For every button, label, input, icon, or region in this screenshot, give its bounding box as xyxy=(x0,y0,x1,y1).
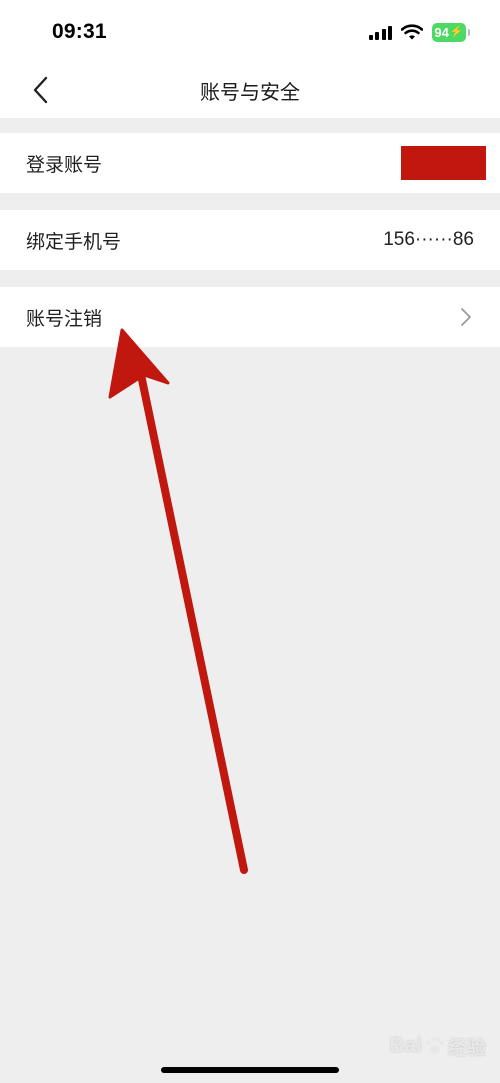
account-cancel-row[interactable]: 账号注销 xyxy=(0,287,500,347)
chevron-right-icon xyxy=(458,307,474,327)
redacted-account-value xyxy=(401,146,486,180)
account-cancel-label: 账号注销 xyxy=(26,307,103,330)
battery-icon: 94 ⚡ xyxy=(432,22,470,42)
home-indicator[interactable] xyxy=(161,1067,339,1073)
nav-bar: 账号与安全 xyxy=(0,62,500,118)
cellular-signal-icon xyxy=(368,24,392,40)
page-title: 账号与安全 xyxy=(200,80,300,104)
status-time: 09:31 xyxy=(52,20,107,43)
battery-level: 94 xyxy=(434,24,449,40)
screen: 09:31 94 ⚡ 账号与安全 登录账号 绑定手机号 156······86 … xyxy=(0,0,500,1083)
wifi-icon xyxy=(401,24,423,40)
watermark-text-jingyan: 经验 xyxy=(447,1037,486,1059)
charging-bolt-icon: ⚡ xyxy=(449,25,464,38)
baidu-jingyan-watermark: Bai 经验 xyxy=(389,1032,486,1060)
watermark-text-bai: Bai xyxy=(389,1034,422,1057)
bound-phone-row[interactable]: 绑定手机号 156······86 xyxy=(0,210,500,270)
annotation-arrow-shaft xyxy=(136,366,248,874)
login-account-label: 登录账号 xyxy=(26,153,103,176)
status-icons: 94 ⚡ xyxy=(368,22,470,42)
status-bar: 09:31 94 ⚡ xyxy=(0,0,500,62)
bound-phone-label: 绑定手机号 xyxy=(26,230,122,253)
bound-phone-value: 156······86 xyxy=(383,229,474,250)
paw-logo-icon xyxy=(426,1037,444,1054)
login-account-row[interactable]: 登录账号 xyxy=(0,133,500,193)
